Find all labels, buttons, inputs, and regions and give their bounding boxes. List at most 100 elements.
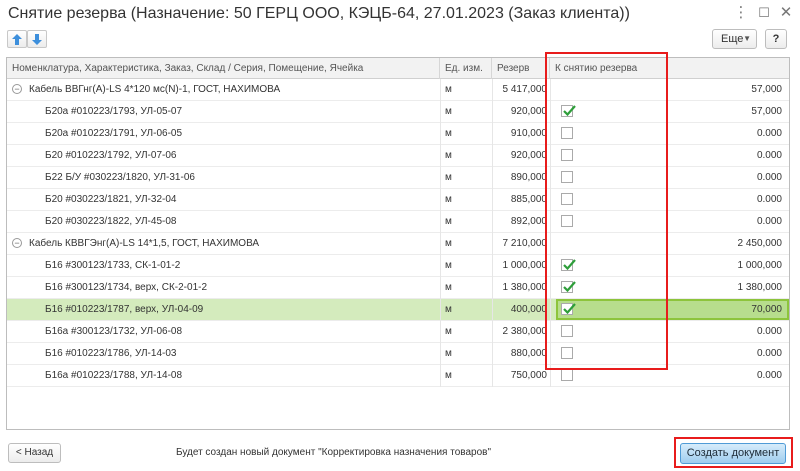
row-reserve: 885,000	[510, 194, 547, 205]
move-down-button[interactable]	[27, 30, 47, 48]
row-name: Кабель ВВГнг(А)-LS 4*120 мс(N)-1, ГОСТ, …	[29, 84, 281, 95]
row-remove-amount[interactable]: 57,000	[667, 101, 784, 122]
row-remove-amount[interactable]: 70,000	[667, 299, 784, 320]
checkmark-icon	[563, 105, 576, 117]
row-unit: м	[445, 216, 452, 227]
arrow-down-icon	[32, 34, 42, 45]
remove-reserve-checkbox[interactable]	[561, 149, 573, 161]
row-remove-amount[interactable]: 0.000	[667, 321, 784, 342]
table-row[interactable]: Б20 #010223/1792, УЛ-07-06 м 920,000 0.000	[7, 145, 789, 167]
arrow-up-icon	[12, 34, 22, 45]
row-remove-amount[interactable]: 0.000	[667, 365, 784, 386]
remove-reserve-checkbox[interactable]	[561, 259, 576, 271]
column-divider	[550, 233, 551, 255]
reserve-table: Номенклатура, Характеристика, Заказ, Скл…	[6, 57, 790, 430]
column-header-name[interactable]: Номенклатура, Характеристика, Заказ, Скл…	[7, 58, 440, 79]
maximize-icon[interactable]: ☐	[755, 4, 773, 22]
window-titlebar: Снятие резерва (Назначение: 50 ГЕРЦ ООО,…	[0, 0, 800, 28]
table-row[interactable]: Б16 #300123/1734, верх, СК-2-01-2 м 1 380,…	[7, 277, 789, 299]
toolbar: Еще ▼ ?	[0, 28, 800, 54]
table-row[interactable]: Б20 #030223/1822, УЛ-45-08 м 892,000 0.000	[7, 211, 789, 233]
remove-reserve-checkbox[interactable]	[561, 127, 573, 139]
row-unit: м	[445, 84, 452, 95]
row-name: Б20 #010223/1792, УЛ-07-06	[45, 150, 177, 161]
row-remove-amount: 2 450,000	[737, 238, 783, 249]
row-unit: м	[445, 282, 452, 293]
row-remove-amount[interactable]: 0.000	[667, 343, 784, 364]
row-unit: м	[445, 150, 452, 161]
remove-reserve-checkbox[interactable]	[561, 171, 573, 183]
row-reserve: 892,000	[510, 216, 547, 227]
more-button-label: Еще	[721, 33, 744, 45]
row-reserve: 880,000	[510, 348, 547, 359]
row-name: Б20 #030223/1821, УЛ-32-04	[45, 194, 177, 205]
column-divider	[550, 343, 551, 365]
row-remove-amount[interactable]: 0.000	[667, 123, 784, 144]
more-options-icon[interactable]: ⋮	[732, 4, 750, 22]
column-divider	[550, 321, 551, 343]
table-group-row[interactable]: − Кабель ВВГнг(А)-LS 4*120 мс(N)-1, ГОСТ,…	[7, 79, 789, 101]
row-reserve: 2 380,000	[502, 326, 548, 337]
column-header-unit[interactable]: Ед. изм.	[440, 58, 492, 79]
column-divider	[550, 145, 551, 167]
checkmark-icon	[563, 259, 576, 271]
row-remove-amount: 57,000	[751, 84, 782, 95]
row-remove-amount[interactable]: 0.000	[667, 211, 784, 232]
table-group-row[interactable]: − Кабель КВВГЭнг(А)-LS 14*1,5, ГОСТ, НАХИ…	[7, 233, 789, 255]
remove-reserve-checkbox[interactable]	[561, 105, 576, 117]
row-name: Б16 #300123/1734, верх, СК-2-01-2	[45, 282, 208, 293]
table-header: Номенклатура, Характеристика, Заказ, Скл…	[7, 58, 789, 79]
column-divider	[550, 189, 551, 211]
close-icon[interactable]: ✕	[777, 4, 795, 22]
row-name: Б22 Б/У #030223/1820, УЛ-31-06	[45, 172, 195, 183]
remove-reserve-checkbox[interactable]	[561, 193, 573, 205]
table-row[interactable]: Б22 Б/У #030223/1820, УЛ-31-06 м 890,000 0.…	[7, 167, 789, 189]
row-remove-amount[interactable]: 0.000	[667, 145, 784, 166]
remove-reserve-checkbox[interactable]	[561, 347, 573, 359]
table-row[interactable]: Б16 #010223/1786, УЛ-14-03 м 880,000 0.000	[7, 343, 789, 365]
row-reserve: 920,000	[510, 150, 547, 161]
row-unit: м	[445, 194, 452, 205]
row-unit: м	[445, 260, 452, 271]
column-divider	[550, 211, 551, 233]
row-unit: м	[445, 238, 452, 249]
row-name: Б16а #010223/1788, УЛ-14-08	[45, 370, 183, 381]
table-row[interactable]: Б20 #030223/1821, УЛ-32-04 м 885,000 0.000	[7, 189, 789, 211]
table-row[interactable]: Б16 #300123/1733, СК-1-01-2 м 1 000,000 1 0…	[7, 255, 789, 277]
footer: < Назад Будет создан новый документ "Кор…	[0, 434, 800, 471]
remove-reserve-checkbox[interactable]	[561, 369, 573, 381]
table-row[interactable]: Б16а #300123/1732, УЛ-06-08 м 2 380,000 0.0…	[7, 321, 789, 343]
create-document-button[interactable]: Создать документ	[680, 443, 786, 464]
row-name: Кабель КВВГЭнг(А)-LS 14*1,5, ГОСТ, НАХИМ…	[29, 238, 260, 249]
row-reserve: 400,000	[510, 304, 547, 315]
remove-reserve-checkbox[interactable]	[561, 303, 576, 315]
column-header-reserve[interactable]: Резерв	[492, 58, 550, 79]
row-reserve: 920,000	[510, 106, 547, 117]
table-row[interactable]: Б16а #010223/1788, УЛ-14-08 м 750,000 0.000	[7, 365, 789, 387]
column-divider	[550, 277, 551, 299]
remove-reserve-checkbox[interactable]	[561, 215, 573, 227]
remove-reserve-checkbox[interactable]	[561, 325, 573, 337]
row-name: Б16 #300123/1733, СК-1-01-2	[45, 260, 181, 271]
remove-reserve-checkbox[interactable]	[561, 281, 576, 293]
row-reserve: 1 000,000	[502, 260, 548, 271]
column-divider	[550, 255, 551, 277]
row-remove-amount[interactable]: 1 380,000	[667, 277, 784, 298]
move-up-button[interactable]	[7, 30, 27, 48]
row-reserve: 750,000	[510, 370, 547, 381]
help-button[interactable]: ?	[765, 29, 787, 49]
row-remove-amount[interactable]: 0.000	[667, 189, 784, 210]
table-row[interactable]: Б20а #010223/1793, УЛ-05-07 м 920,000 57,00…	[7, 101, 789, 123]
row-reserve: 910,000	[510, 128, 547, 139]
row-name: Б20а #010223/1793, УЛ-05-07	[45, 106, 183, 117]
window-title: Снятие резерва (Назначение: 50 ГЕРЦ ООО,…	[8, 5, 630, 22]
column-header-remove-reserve[interactable]: К снятию резерва	[550, 58, 789, 79]
back-button[interactable]: < Назад	[8, 443, 61, 463]
row-remove-amount[interactable]: 1 000,000	[667, 255, 784, 276]
row-remove-amount[interactable]: 0.000	[667, 167, 784, 188]
checkmark-icon	[563, 281, 576, 293]
table-row[interactable]: Б20а #010223/1791, УЛ-06-05 м 910,000 0.000	[7, 123, 789, 145]
table-row[interactable]: Б16 #010223/1787, верх, УЛ-04-09 м 400,000…	[7, 299, 789, 321]
more-button[interactable]: Еще ▼	[712, 29, 757, 49]
chevron-down-icon: ▼	[743, 34, 751, 43]
